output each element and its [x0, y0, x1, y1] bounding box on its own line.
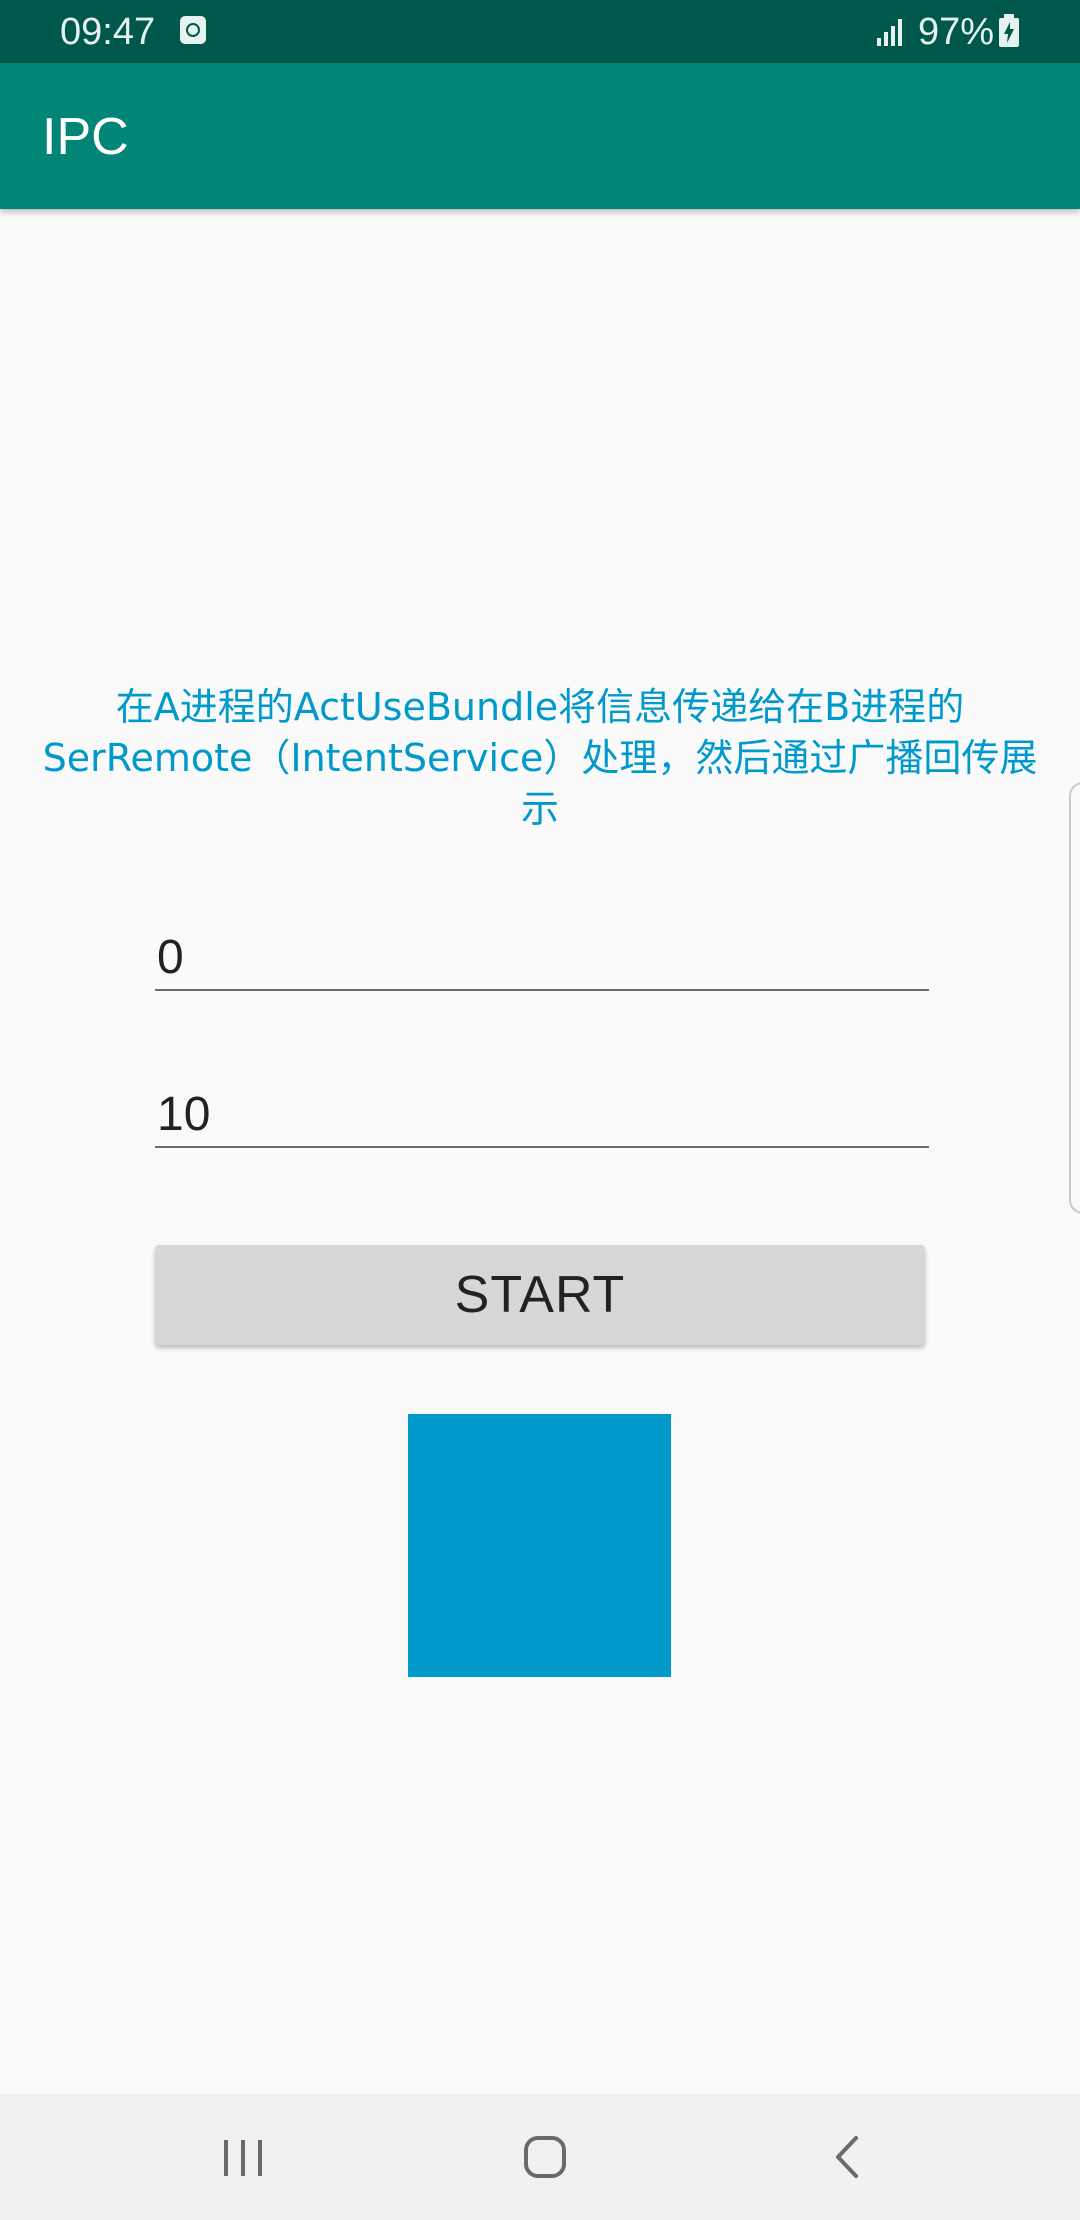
recent-apps-icon[interactable]	[198, 2112, 288, 2202]
clock-notification-icon	[180, 16, 206, 44]
start-button[interactable]: START	[155, 1245, 925, 1345]
app-bar: IPC	[0, 63, 1080, 209]
navigation-bar	[0, 2094, 1080, 2220]
first-number-input[interactable]	[155, 925, 929, 991]
status-bar: 09:47 97%	[0, 0, 1080, 63]
result-color-square	[408, 1414, 671, 1677]
battery-percentage: 97%	[918, 11, 995, 53]
signal-icon	[877, 19, 902, 46]
app-title: IPC	[42, 108, 129, 166]
status-time: 09:47	[60, 11, 156, 53]
home-icon[interactable]	[500, 2112, 590, 2202]
edge-panel-handle[interactable]	[1069, 782, 1080, 1214]
second-number-input[interactable]	[155, 1082, 929, 1148]
back-icon[interactable]	[802, 2112, 892, 2202]
description-text: 在A进程的ActUseBundle将信息传递给在B进程的SerRemote（In…	[42, 685, 1038, 831]
battery-charging-icon	[999, 14, 1019, 47]
